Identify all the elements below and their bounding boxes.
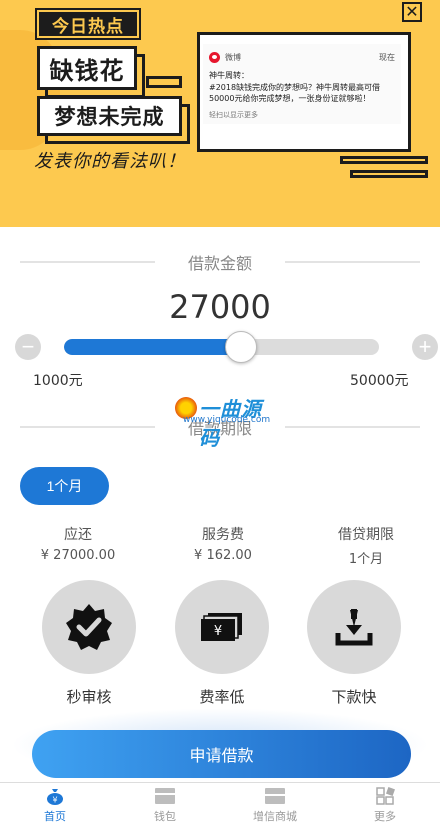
notification-card: 微博 现在 神牛周转： #2018缺钱完成你的梦想吗？神牛周转最高可借50000… [203, 44, 401, 124]
close-icon[interactable]: ✕ [402, 2, 422, 22]
feature-icon-circle: ¥ [175, 580, 269, 674]
badge-check-icon [66, 604, 112, 650]
banner-lines-decoration [340, 156, 430, 186]
amount-slider-fill [64, 339, 241, 355]
money-icon: ¥ [201, 613, 242, 641]
tab-home[interactable]: ¥ 首页 [0, 783, 110, 827]
feature-label: 秒审核 [66, 688, 112, 706]
divider-line [285, 426, 420, 428]
tab-label: 增信商城 [253, 809, 297, 823]
summary-label: 服务费 [202, 527, 244, 543]
notification-more-hint: 轻扫以显示更多 [209, 111, 258, 119]
feature-fast-payout: 下款快 [307, 580, 401, 707]
increase-amount-button[interactable]: + [412, 334, 438, 360]
summary-value: ¥ 162.00 [194, 548, 252, 563]
more-grid-icon [376, 786, 395, 805]
amount-slider-thumb[interactable] [225, 331, 257, 363]
apply-area: 申请借款 [0, 708, 440, 782]
watermark-logo: 一曲源码 www.yiqucode.com [175, 393, 275, 450]
feature-icon-circle [307, 580, 401, 674]
tab-more[interactable]: 更多 [330, 783, 440, 827]
weibo-icon [209, 51, 220, 63]
divider-line [20, 426, 155, 428]
download-icon [335, 609, 373, 646]
summary-fee: 服务费 ¥ 162.00 [153, 524, 293, 563]
feature-icon-circle [42, 580, 136, 674]
amount-slider-track[interactable] [64, 339, 379, 355]
summary-value: 1个月 [348, 552, 384, 567]
decrease-amount-button[interactable]: − [15, 334, 41, 360]
promo-banner[interactable]: 今日热点 缺钱花 梦想未完成 发表你的看法叭！ ✕ 微博 现在 神牛周转： #2… [0, 0, 440, 227]
notification-header: 微博 现在 [209, 50, 395, 64]
tab-label: 更多 [374, 809, 396, 823]
divider-line [285, 261, 420, 263]
bottom-tab-bar: ¥ 首页 钱包 增信商城 更多 [0, 782, 440, 827]
notification-title: 神牛周转： [209, 71, 249, 80]
svg-text:¥: ¥ [214, 624, 222, 639]
shop-icon [265, 787, 285, 804]
svg-text:¥: ¥ [52, 795, 57, 804]
wallet-icon [155, 787, 175, 804]
hot-topic-tag: 今日热点 [35, 8, 141, 40]
summary-repay: 应还 ¥ 27000.00 [8, 524, 148, 563]
apply-loan-button[interactable]: 申请借款 [32, 730, 411, 778]
headline-dream-unfinished: 梦想未完成 [37, 96, 182, 136]
banner-slogan: 发表你的看法叭！ [34, 151, 186, 172]
min-amount-label: 1000元 [33, 373, 83, 389]
amount-title: 借款金额 [187, 254, 252, 273]
term-option-1-month[interactable]: 1个月 [20, 467, 109, 505]
feature-label: 下款快 [331, 688, 377, 706]
summary-term: 借贷期限 1个月 [296, 524, 436, 567]
watermark-url: www.yiqucode.com [183, 415, 271, 425]
feature-fast-review: 秒审核 [42, 580, 136, 707]
summary-label: 借贷期限 [338, 527, 394, 543]
amount-section-title: 借款金额 [0, 250, 440, 274]
tab-shop[interactable]: 增信商城 [220, 783, 330, 827]
headline-short-of-money: 缺钱花 [37, 46, 137, 90]
tab-wallet[interactable]: 钱包 [110, 783, 220, 827]
notification-app: 微博 [225, 52, 241, 62]
notification-time: 现在 [379, 52, 395, 62]
feature-label: 费率低 [199, 688, 245, 706]
max-amount-label: 50000元 [350, 373, 409, 389]
summary-value: ¥ 27000.00 [40, 548, 116, 563]
tab-label: 钱包 [154, 809, 176, 823]
tab-label: 首页 [44, 809, 66, 823]
feature-low-rate: ¥ 费率低 [175, 580, 269, 707]
banner-bar-decoration [146, 76, 182, 88]
app-screen: 今日热点 缺钱花 梦想未完成 发表你的看法叭！ ✕ 微博 现在 神牛周转： #2… [0, 0, 440, 827]
divider-line [20, 261, 155, 263]
notification-body: #2018缺钱完成你的梦想吗？神牛周转最高可借50000元给你完成梦想，一张身份… [209, 83, 381, 103]
loan-amount-value: 27000 [169, 288, 271, 326]
summary-label: 应还 [64, 527, 92, 543]
money-bag-icon: ¥ [47, 788, 63, 805]
